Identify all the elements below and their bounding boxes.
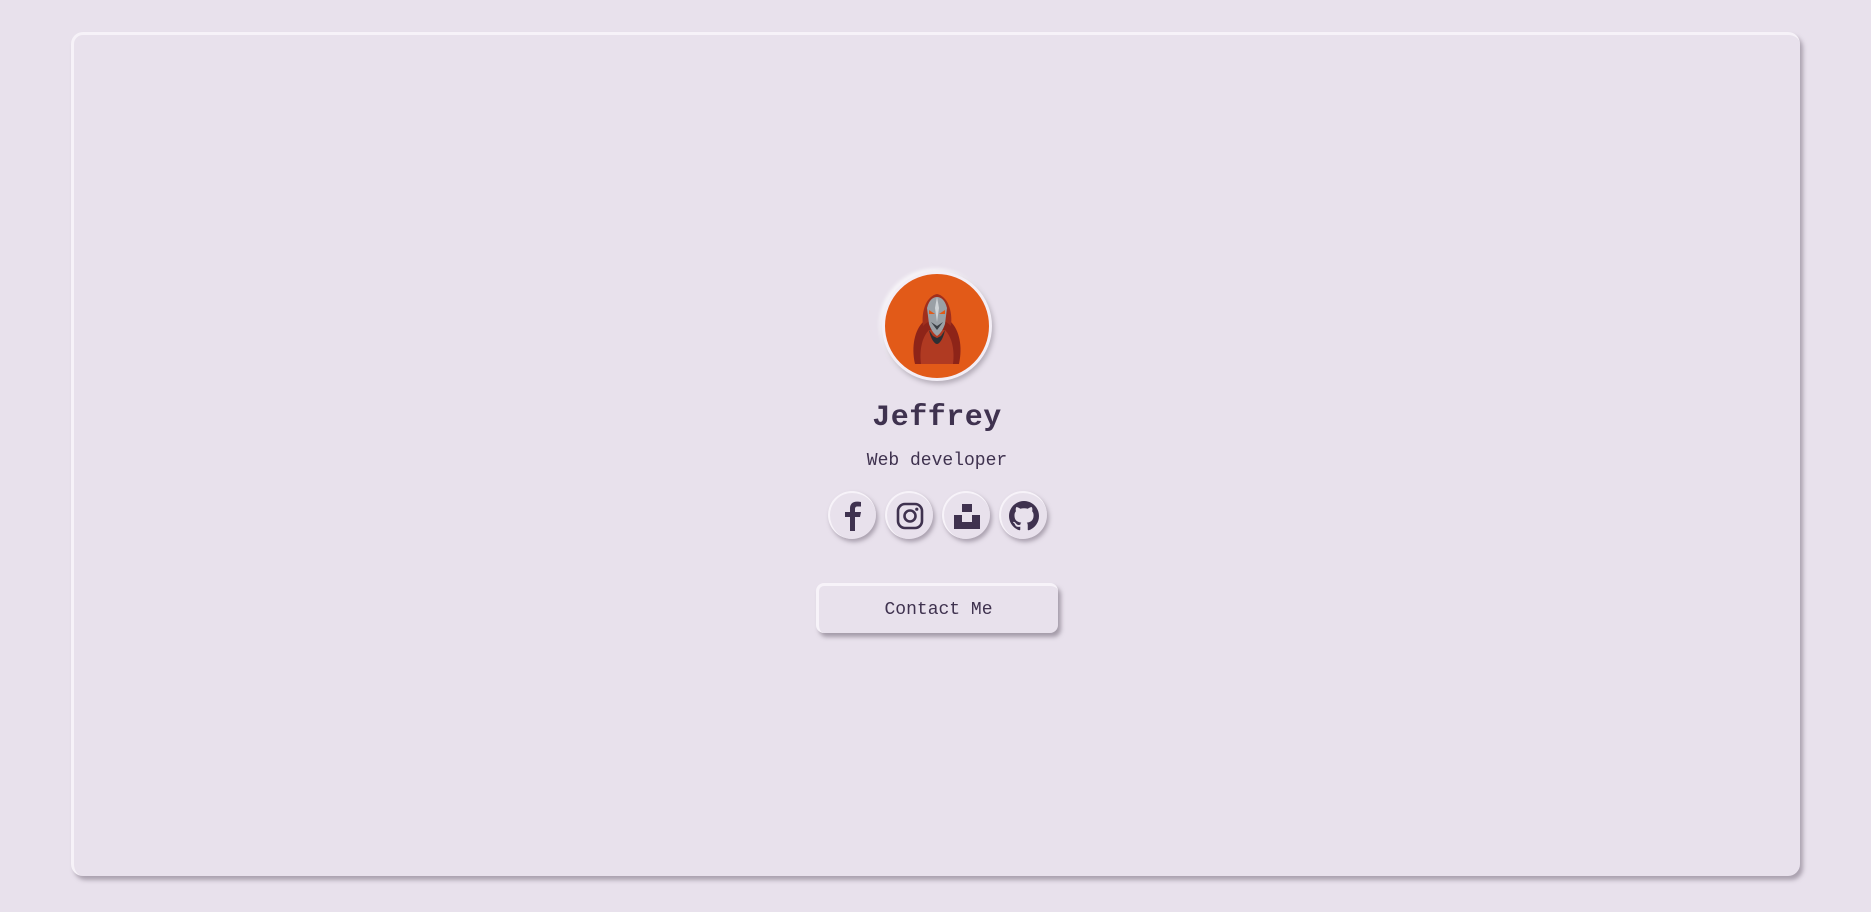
instagram-icon [896,502,923,530]
profile-name: Jeffrey [872,401,1002,435]
facebook-icon [844,501,861,531]
profile-card: Jeffrey Web developer Contact Me [71,32,1800,876]
social-links [827,491,1047,539]
contact-me-button[interactable]: Contact Me [816,583,1058,633]
avatar [882,271,992,381]
instagram-link[interactable] [884,491,933,539]
profile-section: Jeffrey Web developer Contact Me [74,271,1800,633]
avatar-illustration [913,294,961,364]
github-link[interactable] [998,491,1047,539]
unsplash-icon [953,504,980,529]
unsplash-link[interactable] [941,491,990,539]
github-icon [1008,501,1039,531]
profile-role: Web developer [866,451,1008,471]
facebook-link[interactable] [827,491,876,539]
